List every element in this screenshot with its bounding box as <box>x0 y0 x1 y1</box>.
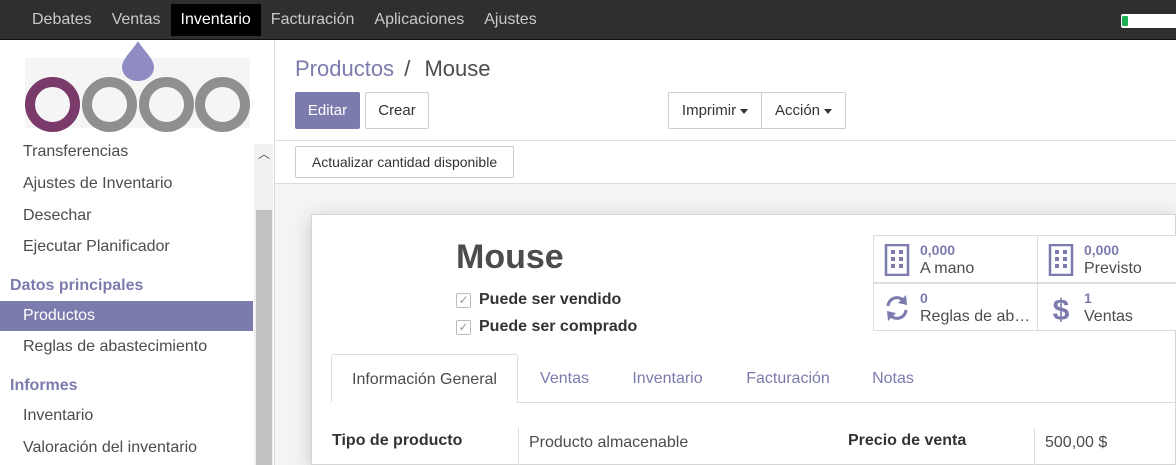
refresh-icon <box>886 295 908 321</box>
field-divider <box>1034 428 1035 465</box>
control-panel: Productos / Mouse Editar Crear Imprimir … <box>275 40 1176 184</box>
sales-label: Ventas <box>1084 308 1133 325</box>
dollar-icon: $ <box>1053 294 1070 324</box>
edit-button[interactable]: Editar <box>295 92 360 129</box>
can-be-purchased-label: Puede ser comprado <box>479 318 638 335</box>
sidebar-item-ejecutar-planificador[interactable]: Ejecutar Planificador <box>0 232 253 262</box>
reorder-rules-value: 0 <box>920 290 928 306</box>
breadcrumb-current: Mouse <box>424 56 491 81</box>
battery-fill <box>1122 16 1128 26</box>
action-dropdown[interactable]: Acción <box>761 92 846 129</box>
menu-ajustes[interactable]: Ajustes <box>474 4 546 36</box>
drop-logo-icon <box>122 41 154 81</box>
can-be-sold-checkbox[interactable]: ✓ <box>456 292 471 308</box>
tab-ventas[interactable]: Ventas <box>528 354 601 403</box>
battery-indicator <box>1121 14 1176 28</box>
logo-o-icon <box>195 77 250 132</box>
menu-ventas[interactable]: Ventas <box>102 4 171 36</box>
field-divider <box>518 428 519 465</box>
sidebar-section-datos-principales: Datos principales <box>10 277 144 294</box>
sale-price-label: Precio de venta <box>848 432 967 449</box>
sidebar-item-desechar[interactable]: Desechar <box>0 201 253 231</box>
sidebar-item-inventario[interactable]: Inventario <box>0 401 253 431</box>
smart-button-on-hand[interactable]: 0,000 A mano <box>873 235 1038 283</box>
on-hand-label: A mano <box>920 260 975 277</box>
breadcrumb: Productos / Mouse <box>295 56 490 82</box>
app-menu: Debates Ventas Inventario Facturación Ap… <box>22 4 547 36</box>
smart-button-forecast[interactable]: 0,000 Previsto <box>1037 235 1176 283</box>
create-button[interactable]: Crear <box>365 92 429 129</box>
sidebar-section-informes: Informes <box>10 377 78 394</box>
tab-informacion-general[interactable]: Información General <box>331 354 518 403</box>
tab-facturacion[interactable]: Facturación <box>735 354 841 403</box>
product-type-label: Tipo de producto <box>332 432 463 449</box>
breadcrumb-separator: / <box>404 56 411 81</box>
svg-text:$: $ <box>1053 294 1070 324</box>
smart-button-sales[interactable]: $ 1 Ventas <box>1037 283 1176 331</box>
caret-down-icon <box>740 108 749 114</box>
sidebar-item-valoracion[interactable]: Valoración del inventario <box>0 433 253 463</box>
sidebar-item-ajustes-inventario[interactable]: Ajustes de Inventario <box>0 169 253 199</box>
control-panel-divider <box>275 140 1176 141</box>
smart-button-reorder-rules[interactable]: 0 Reglas de abastecimiento <box>873 283 1038 331</box>
logo-o-icon <box>139 77 194 132</box>
menu-debates[interactable]: Debates <box>22 4 102 36</box>
can-be-sold-row: ✓ Puede ser vendido <box>456 289 621 311</box>
print-label: Imprimir <box>681 102 737 119</box>
menu-aplicaciones[interactable]: Aplicaciones <box>364 4 474 36</box>
forecast-value: 0,000 <box>1084 242 1120 258</box>
on-hand-value: 0,000 <box>920 242 956 258</box>
sidebar-item-productos[interactable]: Productos <box>0 301 253 331</box>
scroll-up-icon[interactable]: ︿ <box>256 146 272 162</box>
update-quantity-button[interactable]: Actualizar cantidad disponible <box>295 146 514 178</box>
building-icon <box>1048 244 1074 276</box>
company-logo <box>25 41 250 132</box>
sidebar-scroll-thumb[interactable] <box>256 210 272 465</box>
print-dropdown[interactable]: Imprimir <box>668 92 762 129</box>
building-icon <box>884 244 910 276</box>
tab-notas[interactable]: Notas <box>861 354 925 403</box>
product-name: Mouse <box>456 238 564 276</box>
logo-o-icon <box>25 77 80 132</box>
sales-value: 1 <box>1084 290 1092 306</box>
can-be-purchased-row: ✓ Puede ser comprado <box>456 316 637 338</box>
forecast-label: Previsto <box>1084 260 1142 277</box>
sidebar: Transferencias Ajustes de Inventario Des… <box>0 40 275 465</box>
breadcrumb-productos[interactable]: Productos <box>295 56 394 81</box>
top-navbar: Debates Ventas Inventario Facturación Ap… <box>0 0 1176 40</box>
reorder-rules-label: Reglas de abastecimiento <box>920 308 1032 325</box>
product-type-value[interactable]: Producto almacenable <box>529 434 688 452</box>
menu-inventario[interactable]: Inventario <box>170 4 261 36</box>
menu-facturacion[interactable]: Facturación <box>261 4 365 36</box>
caret-down-icon <box>824 108 833 114</box>
tab-inventario[interactable]: Inventario <box>620 354 715 403</box>
sidebar-item-reglas-abastecimiento[interactable]: Reglas de abastecimiento <box>0 332 253 362</box>
sidebar-item-transferencias[interactable]: Transferencias <box>0 137 253 167</box>
action-label: Acción <box>774 102 821 119</box>
can-be-purchased-checkbox[interactable]: ✓ <box>456 319 471 335</box>
logo-d-icon <box>82 77 137 132</box>
sale-price-value[interactable]: 500,00 $ <box>1045 434 1107 452</box>
can-be-sold-label: Puede ser vendido <box>479 291 622 308</box>
